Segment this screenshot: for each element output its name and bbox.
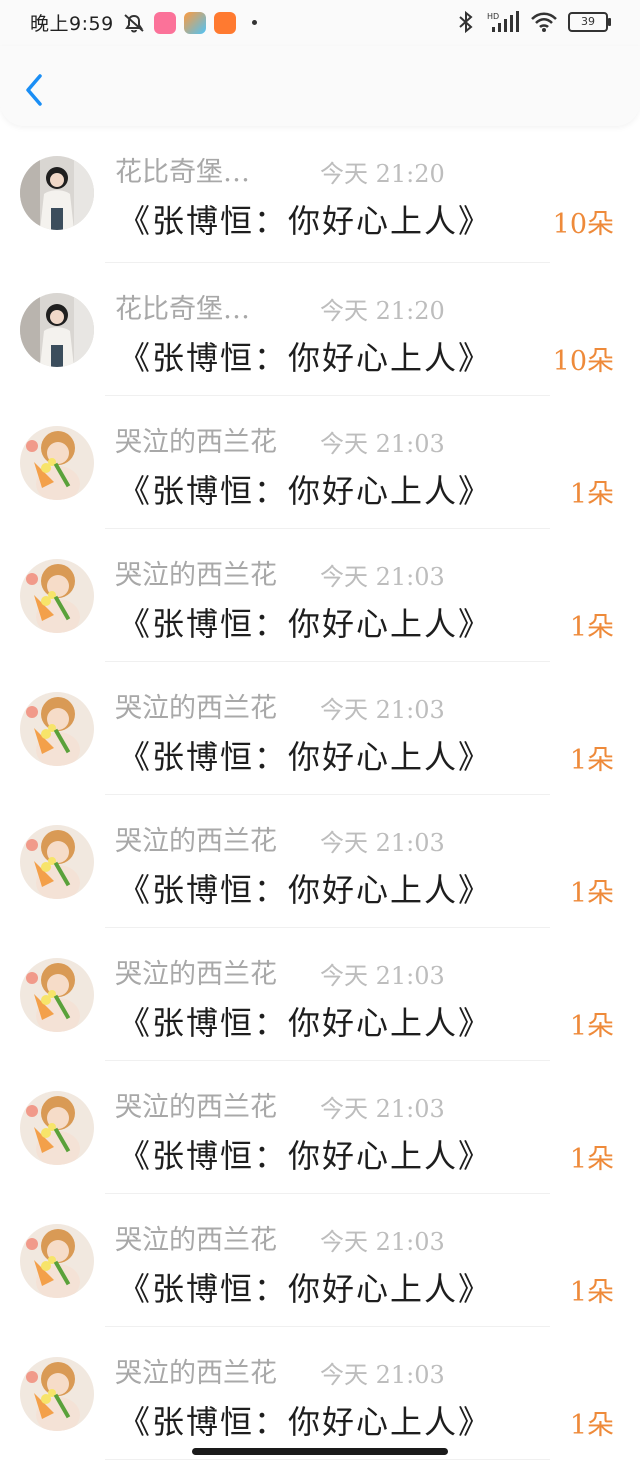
status-time: 晚上9:59: [30, 13, 114, 35]
item-title: 《张博恒：你好心上人》: [118, 1137, 493, 1175]
username: 哭泣的西兰花: [115, 1225, 277, 1256]
avatar-girl-image: [20, 156, 94, 230]
list-item[interactable]: 哭泣的西兰花 今天 21:03 《张博恒：你好心上人》 1朵: [0, 1061, 640, 1194]
avatar[interactable]: [20, 559, 94, 633]
avatar[interactable]: [20, 1357, 94, 1431]
flower-count: 10朵: [552, 209, 614, 240]
flower-count: 1朵: [569, 1277, 614, 1308]
svg-text:HD: HD: [487, 12, 499, 21]
signal-icon: HD: [487, 11, 519, 32]
timestamp: 今天 21:03: [320, 1095, 445, 1123]
username: 哭泣的西兰花: [115, 826, 277, 857]
flower-count: 10朵: [552, 346, 614, 377]
flower-count: 1朵: [569, 878, 614, 909]
flower-count: 1朵: [569, 479, 614, 510]
nav-bar: [0, 46, 640, 126]
status-left: 晚上9:59: [30, 9, 257, 36]
timestamp: 今天 21:20: [320, 160, 445, 188]
avatar-doll-image: [20, 692, 94, 766]
timestamp: 今天 21:03: [320, 829, 445, 857]
avatar-doll-image: [20, 1357, 94, 1431]
timestamp: 今天 21:03: [320, 430, 445, 458]
list-item[interactable]: 哭泣的西兰花 今天 21:03 《张博恒：你好心上人》 1朵: [0, 928, 640, 1061]
username: 哭泣的西兰花: [115, 1092, 277, 1123]
list-item[interactable]: 哭泣的西兰花 今天 21:03 《张博恒：你好心上人》 1朵: [0, 662, 640, 795]
item-title: 《张博恒：你好心上人》: [118, 871, 493, 909]
avatar[interactable]: [20, 825, 94, 899]
avatar[interactable]: [20, 426, 94, 500]
bilibili-app-icon: [153, 11, 176, 34]
avatar-doll-image: [20, 958, 94, 1032]
gift-record-list: 花比奇堡… 今天 21:20 《张博恒：你好心上人》 10朵 花比奇堡… 今天 …: [0, 126, 640, 1460]
avatar-doll-image: [20, 559, 94, 633]
back-chevron-icon[interactable]: [20, 70, 50, 110]
item-title: 《张博恒：你好心上人》: [118, 605, 493, 643]
list-item[interactable]: 花比奇堡… 今天 21:20 《张博恒：你好心上人》 10朵: [0, 126, 640, 263]
bell-off-icon: [124, 13, 144, 32]
notification-dot-icon: [251, 20, 257, 25]
avatar[interactable]: [20, 958, 94, 1032]
flower-count: 1朵: [569, 612, 614, 643]
wifi-icon: [531, 12, 557, 32]
username: 哭泣的西兰花: [115, 959, 277, 990]
username: 哭泣的西兰花: [115, 1358, 277, 1389]
item-title: 《张博恒：你好心上人》: [118, 1004, 493, 1042]
avatar[interactable]: [20, 293, 94, 367]
list-item[interactable]: 花比奇堡… 今天 21:20 《张博恒：你好心上人》 10朵: [0, 263, 640, 396]
avatar-doll-image: [20, 1091, 94, 1165]
timestamp: 今天 21:03: [320, 962, 445, 990]
status-bar: 晚上9:59 HD 39: [0, 0, 640, 46]
avatar[interactable]: [20, 156, 94, 230]
avatar-doll-image: [20, 426, 94, 500]
game-app-icon: [183, 11, 206, 34]
item-title: 《张博恒：你好心上人》: [118, 1270, 493, 1308]
list-item[interactable]: 哭泣的西兰花 今天 21:03 《张博恒：你好心上人》 1朵: [0, 396, 640, 529]
divider: [105, 1459, 550, 1460]
timestamp: 今天 21:03: [320, 696, 445, 724]
battery-indicator: 39: [568, 12, 611, 32]
avatar-doll-image: [20, 825, 94, 899]
avatar-girl-image: [20, 293, 94, 367]
list-item[interactable]: 哭泣的西兰花 今天 21:03 《张博恒：你好心上人》 1朵: [0, 529, 640, 662]
avatar[interactable]: [20, 1224, 94, 1298]
username: 花比奇堡…: [115, 294, 250, 325]
list-item[interactable]: 哭泣的西兰花 今天 21:03 《张博恒：你好心上人》 1朵: [0, 795, 640, 928]
status-right: HD 39: [456, 10, 611, 34]
item-title: 《张博恒：你好心上人》: [118, 738, 493, 776]
item-title: 《张博恒：你好心上人》: [118, 339, 493, 377]
timestamp: 今天 21:03: [320, 1228, 445, 1256]
username: 哭泣的西兰花: [115, 560, 277, 591]
flower-count: 1朵: [569, 1144, 614, 1175]
home-indicator[interactable]: [192, 1448, 448, 1455]
avatar[interactable]: [20, 692, 94, 766]
list-item[interactable]: 哭泣的西兰花 今天 21:03 《张博恒：你好心上人》 1朵: [0, 1194, 640, 1327]
bluetooth-icon: [459, 10, 473, 34]
flower-count: 1朵: [569, 745, 614, 776]
flower-count: 1朵: [569, 1410, 614, 1441]
timestamp: 今天 21:03: [320, 1361, 445, 1389]
avatar[interactable]: [20, 1091, 94, 1165]
list-item[interactable]: 哭泣的西兰花 今天 21:03 《张博恒：你好心上人》 1朵: [0, 1327, 640, 1460]
mi-store-app-icon: [213, 11, 236, 34]
item-title: 《张博恒：你好心上人》: [118, 202, 493, 240]
timestamp: 今天 21:03: [320, 563, 445, 591]
username: 花比奇堡…: [115, 157, 250, 188]
flower-count: 1朵: [569, 1011, 614, 1042]
username: 哭泣的西兰花: [115, 693, 277, 724]
avatar-doll-image: [20, 1224, 94, 1298]
timestamp: 今天 21:20: [320, 297, 445, 325]
username: 哭泣的西兰花: [115, 427, 277, 458]
item-title: 《张博恒：你好心上人》: [118, 1403, 493, 1441]
item-title: 《张博恒：你好心上人》: [118, 472, 493, 510]
